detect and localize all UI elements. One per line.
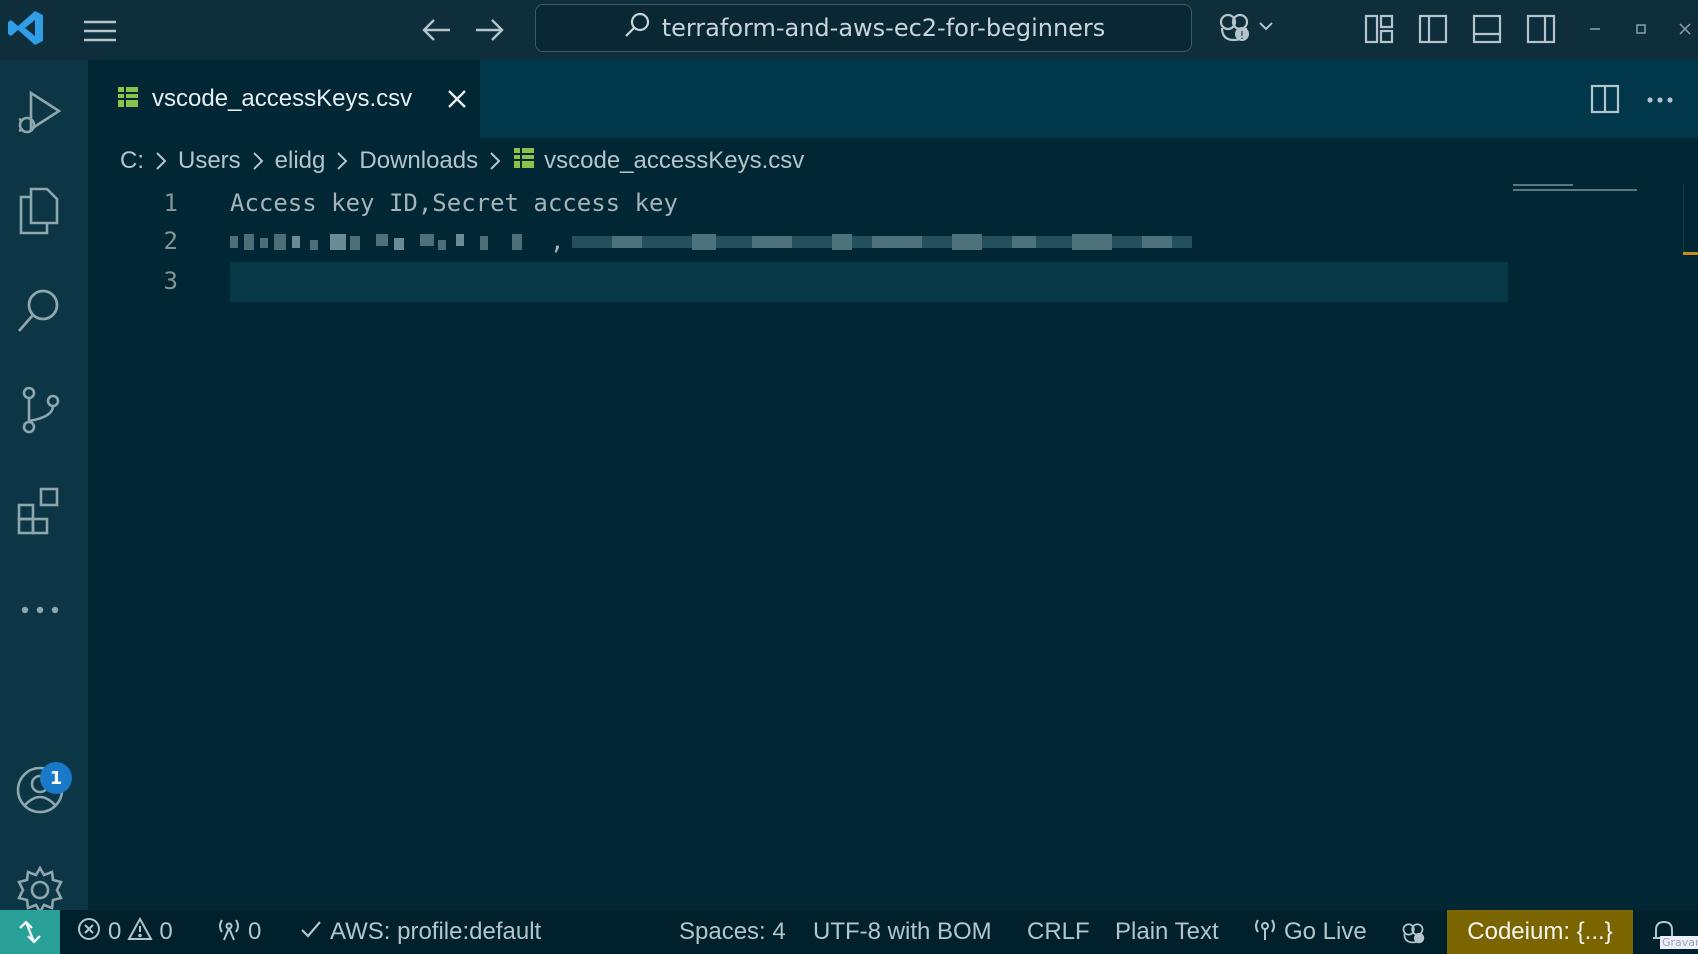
extensions-icon[interactable] [10, 480, 70, 540]
minimize-icon[interactable] [1582, 16, 1608, 42]
toggle-secondary-sidebar-icon[interactable] [1524, 12, 1558, 46]
command-center-search[interactable]: terraform-and-aws-ec2-for-beginners [535, 4, 1192, 52]
remote-indicator-icon[interactable] [0, 910, 60, 954]
indentation-indicator[interactable]: Spaces: 4 [679, 910, 786, 954]
search-icon[interactable] [10, 280, 70, 340]
ports-indicator[interactable]: 0 [216, 910, 261, 954]
warning-count: 0 [159, 918, 173, 945]
line-number: 2 [163, 227, 178, 255]
gravar-label: Gravar [1660, 936, 1698, 949]
code-line: 1 Access key ID,Secret access key [88, 184, 1508, 222]
activity-bar: 1 [0, 60, 88, 915]
tab-label: vscode_accessKeys.csv [152, 85, 413, 112]
status-bar: 0 0 0 AWS: profile:default Spaces: 4 UTF… [0, 910, 1698, 954]
workspace-name: terraform-and-aws-ec2-for-beginners [661, 14, 1106, 42]
line-number: 3 [163, 267, 178, 295]
copilot-status-icon[interactable] [1400, 910, 1426, 954]
chevron-right-icon [249, 150, 267, 172]
error-icon [76, 916, 102, 949]
split-editor-icon[interactable] [1588, 82, 1622, 116]
arrow-left-icon[interactable] [418, 14, 454, 46]
redacted-access-key [230, 234, 548, 250]
error-count: 0 [108, 918, 122, 945]
warning-icon [127, 916, 154, 949]
accounts-badge: 1 [40, 762, 72, 794]
chevron-right-icon [486, 150, 504, 172]
hamburger-menu-icon[interactable] [80, 16, 120, 46]
breadcrumb-user-folder[interactable]: elidg [275, 147, 326, 175]
broadcast-icon [216, 916, 242, 949]
eol-indicator[interactable]: CRLF [1027, 910, 1090, 954]
maximize-icon[interactable] [1628, 16, 1654, 42]
editor-tab-bar: vscode_accessKeys.csv [88, 60, 1698, 138]
title-bar: terraform-and-aws-ec2-for-beginners ! [0, 0, 1698, 60]
code-line: 3 [88, 262, 1508, 300]
ports-count: 0 [248, 918, 262, 945]
toggle-panel-icon[interactable] [1470, 12, 1504, 46]
vertical-scrollbar[interactable] [1683, 184, 1698, 254]
csv-file-icon [512, 146, 536, 177]
copilot-button[interactable]: ! [1216, 10, 1286, 46]
codeium-status-button[interactable]: Codeium: {...} [1447, 910, 1633, 954]
line-number: 1 [163, 189, 178, 217]
aws-profile-label: AWS: profile:default [330, 918, 542, 945]
language-mode-indicator[interactable]: Plain Text [1115, 910, 1219, 954]
copilot-icon: ! [1216, 8, 1252, 48]
check-icon [298, 916, 324, 949]
tab-vscode-accesskeys-csv[interactable]: vscode_accessKeys.csv [88, 60, 480, 138]
breadcrumb-downloads[interactable]: Downloads [359, 147, 478, 175]
more-actions-icon[interactable] [1640, 80, 1680, 120]
go-live-button[interactable]: Go Live [1252, 910, 1367, 954]
vscode-logo-icon [6, 8, 46, 48]
line-text: Access key ID,Secret access key [230, 189, 678, 217]
breadcrumb-drive[interactable]: C: [120, 147, 144, 175]
arrow-right-icon[interactable] [472, 14, 508, 46]
run-and-debug-icon[interactable] [10, 82, 70, 142]
aws-profile-indicator[interactable]: AWS: profile:default [298, 910, 541, 954]
broadcast-icon [1252, 916, 1278, 949]
breadcrumb-users[interactable]: Users [178, 147, 241, 175]
go-live-label: Go Live [1284, 918, 1367, 945]
close-window-icon[interactable] [1672, 16, 1698, 42]
csv-file-icon [116, 85, 140, 113]
chevron-right-icon [333, 150, 351, 172]
chevron-down-icon [1256, 16, 1276, 40]
svg-text:!: ! [1240, 29, 1244, 42]
more-views-icon[interactable] [10, 580, 70, 640]
text-editor[interactable]: 1 Access key ID,Secret access key 2 , 3 [88, 184, 1698, 910]
encoding-indicator[interactable]: UTF-8 with BOM [813, 910, 992, 954]
scrollbar-cursor-marker [1683, 252, 1698, 255]
line-text: , [550, 227, 565, 255]
source-control-icon[interactable] [10, 380, 70, 440]
search-icon [622, 10, 652, 46]
minimap[interactable] [1513, 184, 1643, 214]
chevron-right-icon [152, 150, 170, 172]
explorer-icon[interactable] [10, 180, 70, 240]
redacted-secret-key [572, 234, 1192, 250]
breadcrumb-file[interactable]: vscode_accessKeys.csv [544, 147, 804, 175]
breadcrumb: C: Users elidg Downloads vscode_accessKe… [120, 142, 804, 180]
close-icon[interactable] [444, 86, 470, 112]
customize-layout-icon[interactable] [1362, 12, 1396, 46]
toggle-primary-sidebar-icon[interactable] [1416, 12, 1450, 46]
problems-indicator[interactable]: 0 0 [76, 910, 173, 954]
